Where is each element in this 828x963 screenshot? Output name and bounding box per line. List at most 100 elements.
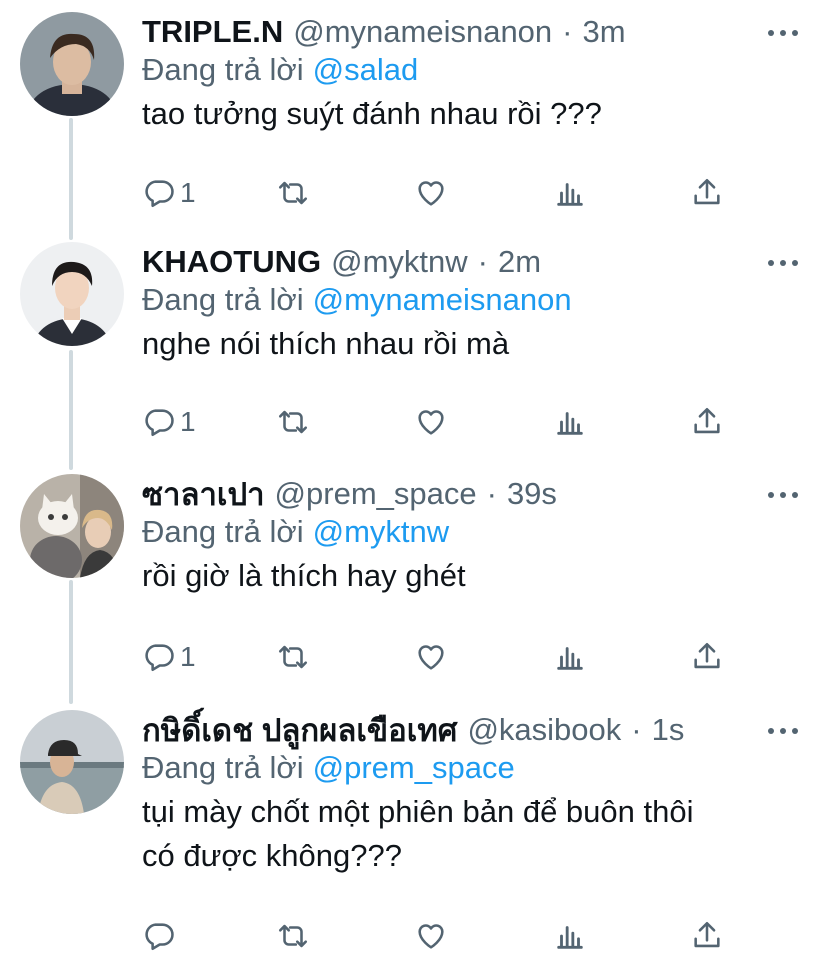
reply-to-mention[interactable]: @mynameisnanon <box>313 282 572 317</box>
separator-dot: · <box>477 244 488 279</box>
display-name[interactable]: TRIPLE.N <box>142 14 283 50</box>
analytics-button[interactable] <box>553 637 587 677</box>
avatar[interactable] <box>20 474 124 578</box>
heart-icon <box>418 924 444 949</box>
tweet-text: rồi giờ là thích hay ghét <box>142 554 812 598</box>
tweet-text-line: tụi mày chốt một phiên bản để buôn thôi <box>142 794 694 829</box>
retweet-icon <box>278 645 308 669</box>
retweet-button[interactable] <box>276 637 310 677</box>
action-bar: 1 <box>142 173 742 213</box>
analytics-icon <box>557 183 583 206</box>
thread-connector-line <box>69 580 73 704</box>
timestamp[interactable]: 2m <box>498 244 541 280</box>
reply-icon <box>145 409 174 437</box>
retweet-button[interactable] <box>276 173 310 213</box>
analytics-icon <box>557 647 583 670</box>
display-name[interactable]: กษิดิ์เดช ปลูกผลเขือเทศ <box>142 705 457 755</box>
thread-connector-line <box>69 118 73 240</box>
reply-icon <box>145 644 174 672</box>
separator-dot: · <box>631 712 642 747</box>
replying-to-label: Đang trả lời <box>142 750 304 785</box>
reply-button[interactable] <box>142 916 180 956</box>
retweet-icon <box>278 181 308 205</box>
share-button[interactable] <box>690 637 724 677</box>
action-bar: 1 <box>142 637 742 677</box>
reply-count: 1 <box>180 406 196 437</box>
timestamp[interactable]: 1s <box>652 712 685 748</box>
more-icon[interactable] <box>768 480 798 510</box>
like-button[interactable] <box>414 916 448 956</box>
share-icon <box>694 921 720 948</box>
more-icon[interactable] <box>768 716 798 746</box>
user-handle[interactable]: @prem_space <box>275 476 477 512</box>
avatar[interactable] <box>20 710 124 814</box>
user-handle[interactable]: @kasibook <box>467 712 621 748</box>
tweet-text: nghe nói thích nhau rồi mà <box>142 322 812 366</box>
tweet-text-line: rồi giờ là thích hay ghét <box>142 558 466 593</box>
reply-count: 1 <box>180 641 196 672</box>
share-icon <box>694 642 720 669</box>
reply-to-mention[interactable]: @myktnw <box>313 514 450 549</box>
avatar[interactable] <box>20 242 124 346</box>
tweet-text-line: nghe nói thích nhau rồi mà <box>142 326 510 361</box>
reply-button[interactable]: 1 <box>142 173 196 213</box>
thread-connector-line <box>69 350 73 470</box>
reply-icon <box>145 923 174 951</box>
user-handle[interactable]: @myktnw <box>331 244 468 280</box>
retweet-icon <box>278 410 308 434</box>
heart-icon <box>418 410 444 435</box>
heart-icon <box>418 181 444 206</box>
user-handle[interactable]: @mynameisnanon <box>293 14 552 50</box>
replying-to-line: Đang trả lời @mynameisnanon <box>142 282 572 318</box>
analytics-button[interactable] <box>553 916 587 956</box>
timestamp[interactable]: 39s <box>507 476 557 512</box>
replying-to-label: Đang trả lời <box>142 282 304 317</box>
reply-to-mention[interactable]: @salad <box>313 52 419 87</box>
display-name[interactable]: KHAOTUNG <box>142 244 321 280</box>
tweet-header: กษิดิ์เดช ปลูกผลเขือเทศ @kasibook · 1s <box>142 710 684 750</box>
replying-to-label: Đang trả lời <box>142 52 304 87</box>
tweet-text-line: tao tưởng suýt đánh nhau rồi ??? <box>142 96 602 131</box>
retweet-button[interactable] <box>276 916 310 956</box>
analytics-button[interactable] <box>553 402 587 442</box>
display-name[interactable]: ซาลาเปา <box>142 469 265 519</box>
more-icon[interactable] <box>768 248 798 278</box>
replying-to-line: Đang trả lời @salad <box>142 52 418 88</box>
share-icon <box>694 178 720 205</box>
avatar[interactable] <box>20 12 124 116</box>
share-button[interactable] <box>690 402 724 442</box>
replying-to-line: Đang trả lời @prem_space <box>142 750 515 786</box>
reply-to-mention[interactable]: @prem_space <box>313 750 515 785</box>
separator-dot: · <box>486 476 497 511</box>
timestamp[interactable]: 3m <box>583 14 626 50</box>
tweet-text: tao tưởng suýt đánh nhau rồi ??? <box>142 92 812 136</box>
like-button[interactable] <box>414 637 448 677</box>
like-button[interactable] <box>414 402 448 442</box>
separator-dot: · <box>562 14 573 49</box>
reply-icon <box>145 180 174 208</box>
tweet-text-line: có được không??? <box>142 838 402 873</box>
like-button[interactable] <box>414 173 448 213</box>
reply-count: 1 <box>180 177 196 208</box>
tweet-text: tụi mày chốt một phiên bản để buôn thôi … <box>142 790 812 878</box>
share-icon <box>694 407 720 434</box>
tweet-header: TRIPLE.N @mynameisnanon · 3m <box>142 12 626 52</box>
share-button[interactable] <box>690 916 724 956</box>
action-bar <box>142 916 742 956</box>
retweet-button[interactable] <box>276 402 310 442</box>
replying-to-label: Đang trả lời <box>142 514 304 549</box>
reply-thread: TRIPLE.N @mynameisnanon · 3m Đang trả lờ… <box>0 0 828 963</box>
replying-to-line: Đang trả lời @myktnw <box>142 514 449 550</box>
reply-button[interactable]: 1 <box>142 402 196 442</box>
heart-icon <box>418 645 444 670</box>
analytics-button[interactable] <box>553 173 587 213</box>
more-icon[interactable] <box>768 18 798 48</box>
action-bar: 1 <box>142 402 742 442</box>
analytics-icon <box>557 412 583 435</box>
retweet-icon <box>278 924 308 948</box>
share-button[interactable] <box>690 173 724 213</box>
tweet-header: ซาลาเปา @prem_space · 39s <box>142 474 557 514</box>
analytics-icon <box>557 926 583 949</box>
tweet-header: KHAOTUNG @myktnw · 2m <box>142 242 541 282</box>
reply-button[interactable]: 1 <box>142 637 196 677</box>
